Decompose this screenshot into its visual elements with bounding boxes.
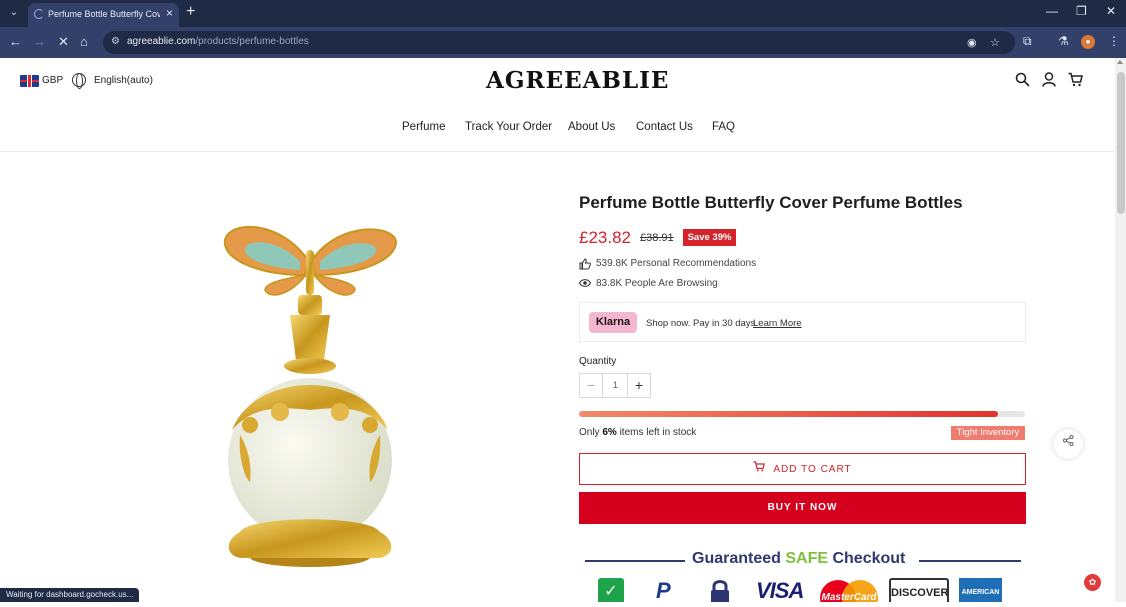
amex-logo: AMERICAN <box>959 578 1002 602</box>
stop-loading-icon[interactable]: ✕ <box>58 34 69 50</box>
stock-percent: 6% <box>602 427 617 438</box>
compare-at-price: £38.91 <box>640 232 674 244</box>
nav-faq[interactable]: FAQ <box>712 121 735 133</box>
scroll-up-arrow-icon[interactable] <box>1117 60 1123 64</box>
cart-icon <box>753 454 766 484</box>
loading-spinner-icon <box>34 9 44 19</box>
tab-close-icon[interactable]: × <box>166 6 173 20</box>
scrollbar-thumb[interactable] <box>1117 72 1125 214</box>
lock-icon <box>708 578 732 602</box>
klarna-learn-more-link[interactable]: Learn More <box>753 318 802 329</box>
add-to-cart-label: ADD TO CART <box>773 464 852 475</box>
guaranteed-safe-checkout: Guaranteed SAFE Checkout <box>579 549 1026 571</box>
gift-icon[interactable]: ✿ <box>1084 574 1101 591</box>
tight-inventory-badge: Tight Inventory <box>951 426 1025 440</box>
quantity-decrease-button[interactable]: − <box>580 374 603 397</box>
search-icon[interactable] <box>1015 72 1030 90</box>
product-title: Perfume Bottle Butterfly Cover Perfume B… <box>579 193 963 212</box>
nav-about-us[interactable]: About Us <box>568 121 615 133</box>
klarna-message: Shop now. Pay in 30 days. <box>646 318 758 329</box>
quantity-input[interactable]: 1 <box>604 374 627 397</box>
minimize-icon[interactable]: — <box>1046 4 1058 18</box>
home-icon[interactable]: ⌂ <box>80 34 88 49</box>
site-logo[interactable]: AGREEABLIE <box>486 67 669 94</box>
product-image[interactable] <box>210 220 410 602</box>
add-to-cart-button[interactable]: ADD TO CART <box>579 453 1026 485</box>
share-button[interactable] <box>1053 429 1083 459</box>
currency-selector[interactable]: GBP <box>42 75 63 86</box>
nav-track-your-order[interactable]: Track Your Order <box>465 121 552 133</box>
browser-tab-bar: ⌄ Perfume Bottle Butterfly Cover Pe × + … <box>0 0 1126 27</box>
cart-icon[interactable] <box>1068 72 1083 90</box>
quantity-label: Quantity <box>579 356 617 367</box>
stock-progress-fill <box>579 411 999 417</box>
tab-search-icon[interactable]: ⌄ <box>6 5 22 21</box>
kebab-menu-icon[interactable]: ⋮ <box>1108 34 1120 48</box>
nav-contact-us[interactable]: Contact Us <box>636 121 693 133</box>
mastercard-text: MasterCard <box>821 592 877 602</box>
address-bar[interactable]: ⚙ agreeablie.com/products/perfume-bottle… <box>103 31 1015 54</box>
mastercard-logo: MasterCard <box>818 578 880 602</box>
browser-toolbar: ← → ✕ ⌂ ⚙ agreeablie.com/products/perfum… <box>0 27 1126 58</box>
sale-price: £23.82 <box>579 228 631 247</box>
eye-icon <box>578 278 592 291</box>
site-info-icon[interactable]: ⚙ <box>111 36 120 47</box>
browser-tab-active[interactable]: Perfume Bottle Butterfly Cover Pe × <box>28 3 179 27</box>
buy-it-now-button[interactable]: BUY IT NOW <box>579 492 1026 524</box>
bookmark-star-icon[interactable]: ☆ <box>990 36 1000 49</box>
discover-logo: DISCOVER <box>889 578 949 602</box>
guarantee-right-line <box>919 560 1021 562</box>
header-divider <box>0 151 1115 152</box>
globe-icon[interactable] <box>72 73 86 89</box>
new-tab-plus-icon[interactable]: + <box>186 3 195 21</box>
stock-message: Only 6% items left in stock <box>579 427 697 438</box>
quantity-increase-button[interactable]: + <box>627 374 650 397</box>
guarantee-left-line <box>585 560 685 562</box>
klarna-banner: Klarna Shop now. Pay in 30 days. Learn M… <box>579 302 1026 342</box>
secure-shield-icon: ✓ <box>598 578 624 602</box>
profile-avatar[interactable]: ● <box>1081 35 1095 49</box>
restore-icon[interactable]: ❐ <box>1076 4 1087 18</box>
guarantee-title: Guaranteed SAFE Checkout <box>692 550 906 567</box>
nav-perfume[interactable]: Perfume <box>402 121 445 133</box>
recommendations-text: 539.8K Personal Recommendations <box>596 258 757 269</box>
language-selector[interactable]: English(auto) <box>94 75 153 86</box>
window-close-icon[interactable]: ✕ <box>1106 4 1116 18</box>
tracking-protection-icon[interactable]: ◉ <box>967 36 977 49</box>
paypal-logo: P <box>656 578 671 602</box>
save-badge: Save 39% <box>683 229 736 246</box>
share-icon <box>1062 435 1073 446</box>
uk-flag-icon[interactable] <box>20 75 39 87</box>
thumbs-up-icon <box>579 258 591 273</box>
url-text[interactable]: agreeablie.com/products/perfume-bottles <box>127 36 309 47</box>
browsing-text: 83.8K People Are Browsing <box>596 278 718 289</box>
extensions-icon[interactable]: ⧉ <box>1023 34 1032 49</box>
labs-flask-icon[interactable]: ⚗ <box>1058 34 1069 48</box>
klarna-logo: Klarna <box>589 312 637 333</box>
forward-arrow-icon[interactable]: → <box>33 34 46 49</box>
quantity-stepper: − 1 + <box>579 373 651 398</box>
visa-logo: VISA <box>756 578 804 602</box>
browser-status-bar: Waiting for dashboard.gocheck.us... <box>0 588 140 602</box>
account-icon[interactable] <box>1042 72 1056 90</box>
tab-title: Perfume Bottle Butterfly Cover Pe <box>48 9 160 19</box>
stock-progress-bar <box>579 411 1025 417</box>
back-arrow-icon[interactable]: ← <box>9 34 22 49</box>
